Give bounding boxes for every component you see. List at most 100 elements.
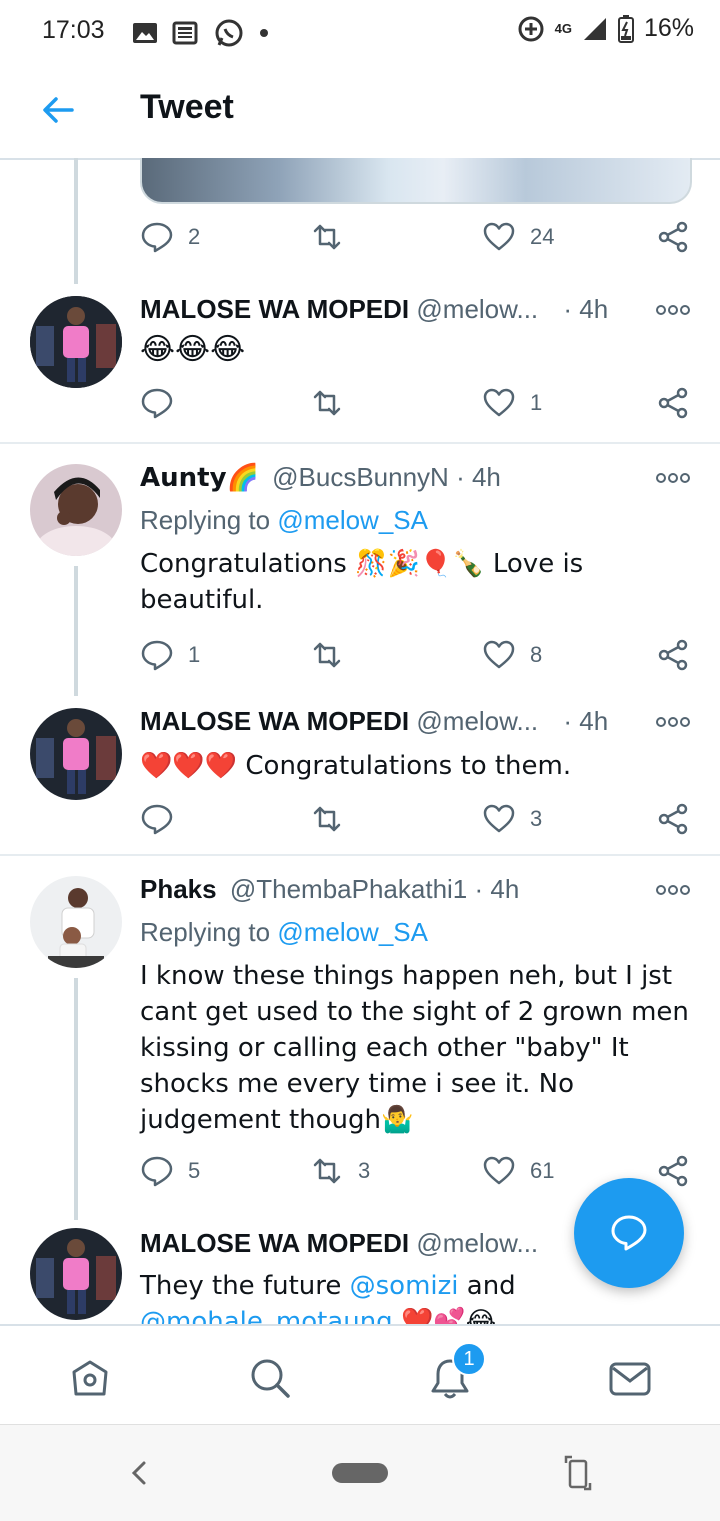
like-button[interactable]: 61 (482, 1154, 554, 1188)
avatar[interactable] (30, 876, 122, 968)
tweet-text-part: and (458, 1271, 516, 1301)
tweet[interactable]: MALOSE WA MOPEDI @melow... · 4h ❤️❤️❤️ C… (0, 706, 720, 856)
share-button[interactable] (656, 802, 690, 836)
bottom-tab-bar: 1 (0, 1324, 720, 1426)
tweet-header: MALOSE WA MOPEDI @melow... · 4h (140, 706, 608, 737)
like-button[interactable]: 8 (482, 638, 542, 672)
display-name[interactable]: MALOSE WA MOPEDI (140, 294, 409, 324)
home-icon[interactable] (68, 1356, 112, 1400)
nav-back-icon[interactable] (124, 1453, 154, 1493)
like-count: 61 (530, 1158, 555, 1183)
share-button[interactable] (656, 1154, 690, 1188)
like-button[interactable]: 24 (482, 220, 554, 254)
like-count: 24 (530, 224, 555, 249)
tweet-text: I know these things happen neh, but I js… (140, 961, 689, 1135)
mention-link[interactable]: @melow_SA (277, 917, 428, 947)
more-options-icon[interactable] (656, 470, 690, 486)
thread-line (74, 158, 78, 284)
share-button[interactable] (656, 638, 690, 672)
reply-count: 1 (188, 642, 201, 667)
mention-link[interactable]: @mohale_motaung (140, 1307, 393, 1324)
reply-button[interactable] (140, 802, 188, 836)
share-button[interactable] (656, 386, 690, 420)
tweet-actions: 3 (140, 802, 690, 842)
display-name[interactable]: MALOSE WA MOPEDI (140, 706, 409, 736)
tweet-thread[interactable]: 2 24 MALOSE WA MOPEDI @melow... · 4h 😂😂😂 (0, 158, 720, 1324)
replying-label: Replying to (140, 505, 278, 535)
retweet-button[interactable] (310, 386, 358, 420)
share-icon (658, 221, 688, 253)
display-name[interactable]: Aunty🌈 (140, 463, 259, 493)
tweet[interactable]: Aunty🌈 @BucsBunnyN · 4h Replying to @mel… (0, 462, 720, 692)
tweet-media[interactable] (140, 158, 692, 204)
retweet-count: 3 (358, 1158, 371, 1183)
avatar-photo (30, 708, 122, 800)
tweet-text: They the future @somizi and @mohale_motau… (140, 1268, 660, 1324)
divider (0, 442, 720, 444)
retweet-icon (313, 642, 341, 668)
data-saver-icon (518, 16, 544, 41)
retweet-button[interactable] (310, 220, 358, 254)
display-name[interactable]: Phaks (140, 874, 217, 904)
replying-label: Replying to (140, 917, 278, 947)
avatar-photo (30, 296, 122, 388)
retweet-icon (313, 1158, 341, 1184)
replying-to: Replying to @melow_SA (140, 914, 700, 950)
mention-link[interactable]: @somizi (350, 1271, 459, 1301)
reply-button[interactable]: 5 (140, 1154, 200, 1188)
like-count: 8 (530, 642, 543, 667)
retweet-button[interactable] (310, 638, 358, 672)
heart-icon (483, 804, 515, 833)
system-nav-bar (0, 1424, 720, 1521)
status-notification-icons (132, 18, 270, 48)
more-options-icon[interactable] (656, 302, 690, 318)
reply-button[interactable]: 1 (140, 638, 200, 672)
like-button[interactable]: 3 (482, 802, 542, 836)
notification-badge: 1 (452, 1342, 486, 1376)
retweet-button[interactable] (310, 802, 358, 836)
tweet-time: · 4h (474, 874, 520, 904)
like-button[interactable]: 1 (482, 386, 542, 420)
share-icon (658, 1155, 688, 1187)
more-options-icon[interactable] (656, 882, 690, 898)
avatar[interactable] (30, 464, 122, 556)
retweet-button[interactable]: 3 (310, 1154, 370, 1188)
network-type: 4G (554, 21, 572, 36)
rotate-icon[interactable] (562, 1453, 596, 1493)
status-bar: 17:03 4G 16% (0, 0, 720, 64)
reply-icon (141, 804, 173, 835)
tweet[interactable]: Phaks @ThembaPhakathi1 · 4h Replying to … (0, 874, 720, 1194)
display-name[interactable]: MALOSE WA MOPEDI (140, 1228, 409, 1258)
nav-home-pill[interactable] (332, 1463, 388, 1483)
avatar[interactable] (30, 1228, 122, 1320)
share-button[interactable] (656, 220, 690, 254)
user-handle[interactable]: @BucsBunnyN (272, 462, 449, 492)
tweet-text-part: They the future (140, 1271, 350, 1301)
search-icon[interactable] (248, 1356, 292, 1400)
avatar-photo (30, 876, 122, 968)
tweet-text: Congratulations 🎊🎉🎈🍾 Love is beautiful. (140, 549, 584, 615)
avatar-photo (30, 1228, 122, 1320)
avatar[interactable] (30, 708, 122, 800)
news-icon (172, 21, 198, 45)
mention-link[interactable]: @melow_SA (277, 505, 428, 535)
user-handle[interactable]: @melow... (416, 1228, 538, 1258)
more-options-icon[interactable] (656, 714, 690, 730)
tweet[interactable]: MALOSE WA MOPEDI @melow... · 4h 😂😂😂 1 (0, 294, 720, 444)
back-arrow-icon[interactable] (38, 90, 78, 130)
user-handle[interactable]: @melow... (416, 706, 538, 736)
app-bar: Tweet (0, 64, 720, 160)
status-right: 4G 16% (517, 14, 694, 43)
user-handle[interactable]: @melow... (416, 294, 538, 324)
messages-icon[interactable] (608, 1356, 652, 1400)
dot-icon (260, 29, 268, 37)
heart-icon (483, 222, 515, 251)
reply-button[interactable]: 2 (140, 220, 200, 254)
compose-reply-button[interactable] (574, 1178, 684, 1288)
reply-button[interactable] (140, 386, 188, 420)
user-handle[interactable]: @ThembaPhakathi1 (230, 874, 467, 904)
tweet-header: Aunty🌈 @BucsBunnyN · 4h (140, 462, 501, 493)
battery-level: 16% (643, 14, 694, 42)
avatar[interactable] (30, 296, 122, 388)
replying-to: Replying to @melow_SA (140, 502, 700, 538)
